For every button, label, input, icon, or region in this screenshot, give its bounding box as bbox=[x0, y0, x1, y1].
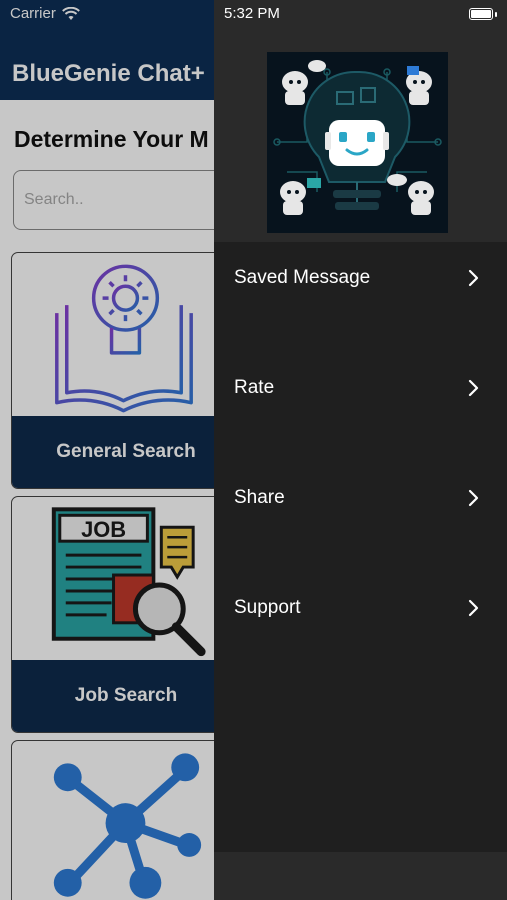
status-bar: 5:32 PM bbox=[214, 5, 507, 25]
menu-item-label: Rate bbox=[234, 377, 275, 398]
menu-item-share[interactable]: Share bbox=[214, 462, 507, 534]
robot-lightbulb-logo bbox=[267, 52, 448, 233]
menu-item-rate[interactable]: Rate bbox=[214, 352, 507, 424]
menu-item-label: Support bbox=[234, 597, 301, 618]
chevron-right-icon bbox=[468, 489, 479, 507]
menu-item-saved-message[interactable]: Saved Message bbox=[214, 242, 507, 314]
side-menu: 5:32 PM Saved Message Rate Share Support bbox=[214, 0, 507, 900]
status-time: 5:32 PM bbox=[224, 5, 280, 22]
menu-item-support[interactable]: Support bbox=[214, 572, 507, 644]
menu-footer bbox=[214, 852, 507, 900]
battery-icon bbox=[469, 8, 493, 20]
menu-list: Saved Message Rate Share Support bbox=[214, 242, 507, 852]
chevron-right-icon bbox=[468, 379, 479, 397]
battery-tip bbox=[495, 12, 497, 17]
chevron-right-icon bbox=[468, 269, 479, 287]
menu-item-label: Share bbox=[234, 487, 285, 508]
chevron-right-icon bbox=[468, 599, 479, 617]
menu-item-label: Saved Message bbox=[234, 267, 371, 288]
